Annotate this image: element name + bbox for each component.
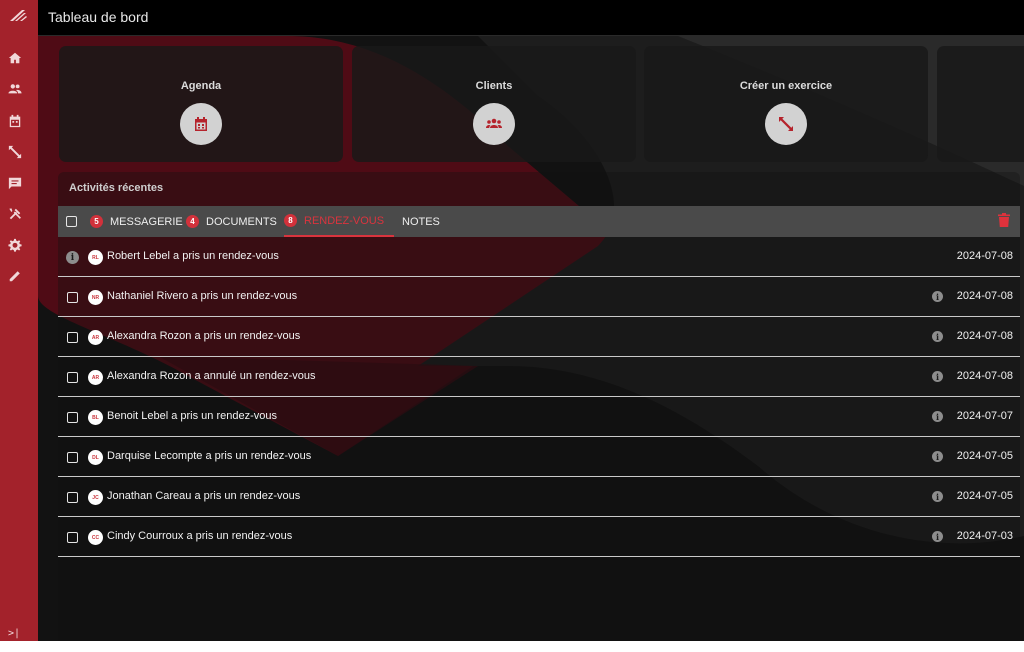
activity-row[interactable]: BL Benoit Lebel a pris un rendez-vous i …	[58, 397, 1020, 437]
activity-tabs: 5 MESSAGERIE 4 DOCUMENTS 8 RENDEZ-VOUS N…	[58, 206, 1020, 237]
activity-row[interactable]: JC Jonathan Careau a pris un rendez-vous…	[58, 477, 1020, 517]
card-clients-label: Clients	[475, 80, 513, 92]
tab-documents-label: DOCUMENTS	[206, 215, 277, 228]
users-icon[interactable]	[7, 81, 23, 97]
tools-icon[interactable]	[7, 206, 23, 222]
logo-icon[interactable]	[8, 7, 28, 23]
avatar: DL	[88, 450, 103, 465]
group-icon	[486, 118, 502, 128]
activity-date: 2024-07-08	[956, 250, 1013, 262]
page-title: Tableau de bord	[48, 9, 149, 25]
avatar: RL	[88, 250, 103, 265]
card-create-exercise[interactable]: Créer un exercice	[644, 46, 928, 162]
main-content: Agenda Clients Créer un exercice Activit…	[38, 36, 1024, 641]
tab-messagerie[interactable]: 5 MESSAGERIE	[90, 206, 183, 237]
tab-notes[interactable]: NOTES	[402, 206, 440, 237]
calendar-icon	[195, 117, 207, 131]
activity-row[interactable]: DL Darquise Lecompte a pris un rendez-vo…	[58, 437, 1020, 477]
delete-button[interactable]	[998, 213, 1012, 229]
row-checkbox[interactable]	[67, 532, 78, 543]
activity-date: 2024-07-05	[956, 490, 1013, 502]
info-icon[interactable]: i	[932, 291, 943, 302]
row-checkbox[interactable]	[67, 492, 78, 503]
activity-text: Alexandra Rozon a annulé un rendez-vous	[107, 370, 316, 382]
tab-messagerie-label: MESSAGERIE	[110, 215, 183, 228]
activity-text: Jonathan Careau a pris un rendez-vous	[107, 490, 301, 502]
card-agenda-button[interactable]	[180, 103, 222, 145]
top-bar: Tableau de bord	[38, 0, 1024, 36]
info-icon[interactable]: i	[932, 371, 943, 382]
tab-rendez-vous-count: 8	[284, 214, 297, 227]
row-checkbox[interactable]	[67, 452, 78, 463]
sidebar: >|	[0, 0, 38, 641]
chat-icon[interactable]	[7, 175, 23, 191]
tab-messagerie-count: 5	[90, 215, 103, 228]
activity-row[interactable]: i RL Robert Lebel a pris un rendez-vous …	[58, 237, 1020, 277]
activity-row[interactable]: NR Nathaniel Rivero a pris un rendez-vou…	[58, 277, 1020, 317]
tab-documents[interactable]: 4 DOCUMENTS	[186, 206, 277, 237]
tab-rendez-vous[interactable]: 8 RENDEZ-VOUS	[284, 206, 395, 237]
row-checkbox[interactable]	[67, 332, 78, 343]
card-create-exercise-label: Créer un exercice	[739, 80, 833, 92]
activity-date: 2024-07-08	[956, 330, 1013, 342]
card-clients-button[interactable]	[473, 103, 515, 145]
info-icon[interactable]: i	[66, 251, 79, 264]
gear-icon[interactable]	[7, 237, 23, 253]
card-partial[interactable]	[937, 46, 1024, 162]
activity-text: Alexandra Rozon a pris un rendez-vous	[107, 330, 301, 342]
tab-documents-count: 4	[186, 215, 199, 228]
info-icon[interactable]: i	[932, 491, 943, 502]
activity-date: 2024-07-05	[956, 450, 1013, 462]
activity-text: Cindy Courroux a pris un rendez-vous	[107, 530, 293, 542]
activity-row[interactable]: AR Alexandra Rozon a pris un rendez-vous…	[58, 317, 1020, 357]
card-create-exercise-button[interactable]	[765, 103, 807, 145]
avatar: BL	[88, 410, 103, 425]
select-all-checkbox[interactable]	[66, 216, 77, 227]
resize-icon	[779, 117, 793, 131]
avatar: AR	[88, 330, 103, 345]
tab-rendez-vous-label: RENDEZ-VOUS	[304, 214, 385, 227]
activity-text: Nathaniel Rivero a pris un rendez-vous	[107, 290, 298, 302]
collapse-sidebar-button[interactable]: >|	[8, 628, 20, 639]
card-agenda-label: Agenda	[180, 80, 222, 92]
info-icon[interactable]: i	[932, 531, 943, 542]
calendar-icon[interactable]	[7, 113, 23, 129]
activity-text: Benoit Lebel a pris un rendez-vous	[107, 410, 277, 422]
avatar: CC	[88, 530, 103, 545]
avatar: JC	[88, 490, 103, 505]
pencil-icon[interactable]	[7, 268, 23, 284]
info-icon[interactable]: i	[932, 451, 943, 462]
avatar: AR	[88, 370, 103, 385]
activity-row[interactable]: AR Alexandra Rozon a annulé un rendez-vo…	[58, 357, 1020, 397]
row-checkbox[interactable]	[67, 372, 78, 383]
row-checkbox[interactable]	[67, 412, 78, 423]
activity-text: Darquise Lecompte a pris un rendez-vous	[107, 450, 312, 462]
activity-row[interactable]: CC Cindy Courroux a pris un rendez-vous …	[58, 517, 1020, 557]
recent-activity-panel: Activités récentes 5 MESSAGERIE 4 DOCUME…	[58, 172, 1020, 641]
activity-text: Robert Lebel a pris un rendez-vous	[107, 250, 279, 262]
info-icon[interactable]: i	[932, 411, 943, 422]
recent-activity-title: Activités récentes	[69, 182, 164, 194]
activity-date: 2024-07-08	[956, 290, 1013, 302]
activity-date: 2024-07-07	[956, 410, 1013, 422]
card-clients[interactable]: Clients	[352, 46, 636, 162]
tab-notes-label: NOTES	[402, 215, 440, 228]
row-checkbox[interactable]	[67, 292, 78, 303]
card-agenda[interactable]: Agenda	[59, 46, 343, 162]
avatar: NR	[88, 290, 103, 305]
activity-date: 2024-07-03	[956, 530, 1013, 542]
exercise-icon[interactable]	[7, 144, 23, 160]
trash-icon	[998, 213, 1010, 227]
activity-date: 2024-07-08	[956, 370, 1013, 382]
home-icon[interactable]	[7, 50, 23, 66]
info-icon[interactable]: i	[932, 331, 943, 342]
